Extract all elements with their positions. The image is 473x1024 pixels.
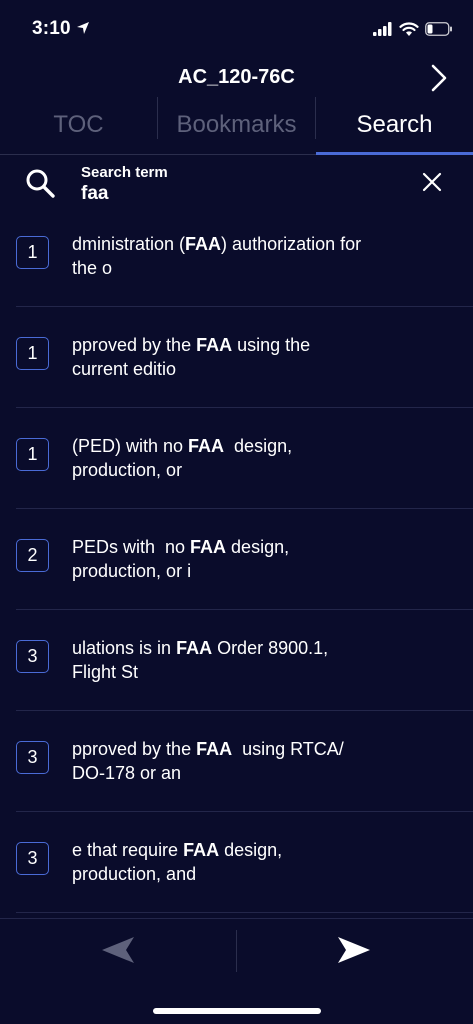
cellular-signal-icon [373,22,392,36]
search-result-item[interactable]: 3 ulations is in FAA Order 8900.1, Flight… [0,610,473,711]
result-snippet: pproved by the FAA using RTCA/ DO-178 or… [72,737,432,785]
snippet-text-before: ulations is in [72,638,177,658]
search-result-item[interactable]: 1 pproved by the FAA using the current ed… [0,307,473,408]
snippet-match-highlight: FAA [196,739,233,759]
tab-search[interactable]: Search [316,97,473,153]
search-result-item[interactable]: 1 (PED) with no FAA design, production, o… [0,408,473,509]
snippet-text-before: dministration ( [72,234,186,254]
status-indicators [373,20,453,38]
result-snippet: dministration (FAA) authorization for th… [72,232,432,280]
page-number-badge: 3 [16,640,49,673]
bottom-toolbar [0,918,473,1024]
result-snippet: pproved by the FAA using the current edi… [72,333,432,381]
snippet-match-highlight: FAA [183,840,220,860]
snippet-text-before: pproved by the [72,739,197,759]
chevron-right-icon[interactable] [423,62,453,94]
title-bar: AC_120-76C [0,58,473,98]
document-title: AC_120-76C [178,66,295,88]
snippet-match-highlight: FAA [190,537,227,557]
snippet-text-before: PEDs with no [72,537,191,557]
search-icon [26,169,55,198]
snippet-match-highlight: FAA [196,335,233,355]
search-result-item[interactable]: 3 e that require FAA design, production, … [0,812,473,913]
close-icon[interactable] [420,170,444,194]
next-result-icon[interactable] [334,932,374,968]
page-number-badge: 1 [16,438,49,471]
search-input[interactable]: faa [81,183,108,205]
wifi-icon [399,21,419,36]
snippet-match-highlight: FAA [185,234,222,254]
page-number-badge: 3 [16,842,49,875]
page-number-badge: 3 [16,741,49,774]
search-field-label: Search term [81,164,168,181]
tab-toc[interactable]: TOC [0,97,157,153]
home-indicator [153,1008,321,1014]
search-result-item[interactable]: 3 pproved by the FAA using RTCA/ DO-178 o… [0,711,473,812]
snippet-match-highlight: FAA [188,436,225,456]
snippet-text-before: e that require [72,840,184,860]
battery-icon [425,22,452,36]
snippet-match-highlight: FAA [176,638,213,658]
search-results-list: 1 dministration (FAA) authorization for t… [0,206,473,918]
tab-bookmarks[interactable]: Bookmarks [158,97,315,153]
toolbar-divider [236,930,237,972]
previous-result-icon[interactable] [98,932,138,968]
result-snippet: (PED) with no FAA design, production, or [72,434,432,482]
search-result-item[interactable]: 2 PEDs with no FAA design, production, or… [0,509,473,610]
active-tab-indicator [316,152,473,155]
toolbar-border [0,918,473,919]
result-snippet: ulations is in FAA Order 8900.1, Flight … [72,636,432,684]
snippet-text-before: (PED) with no [72,436,189,456]
status-time: 3:10 [32,18,71,39]
page-number-badge: 1 [16,337,49,370]
location-arrow-icon [77,22,89,34]
result-snippet: e that require FAA design, production, a… [72,838,432,886]
page-number-badge: 2 [16,539,49,572]
snippet-text-before: pproved by the [72,335,197,355]
search-result-item[interactable]: 1 dministration (FAA) authorization for t… [0,206,473,307]
tab-bar: TOC Bookmarks Search [0,97,473,155]
page-number-badge: 1 [16,236,49,269]
status-bar: 3:10 [0,0,473,56]
result-snippet: PEDs with no FAA design, production, or … [72,535,432,583]
